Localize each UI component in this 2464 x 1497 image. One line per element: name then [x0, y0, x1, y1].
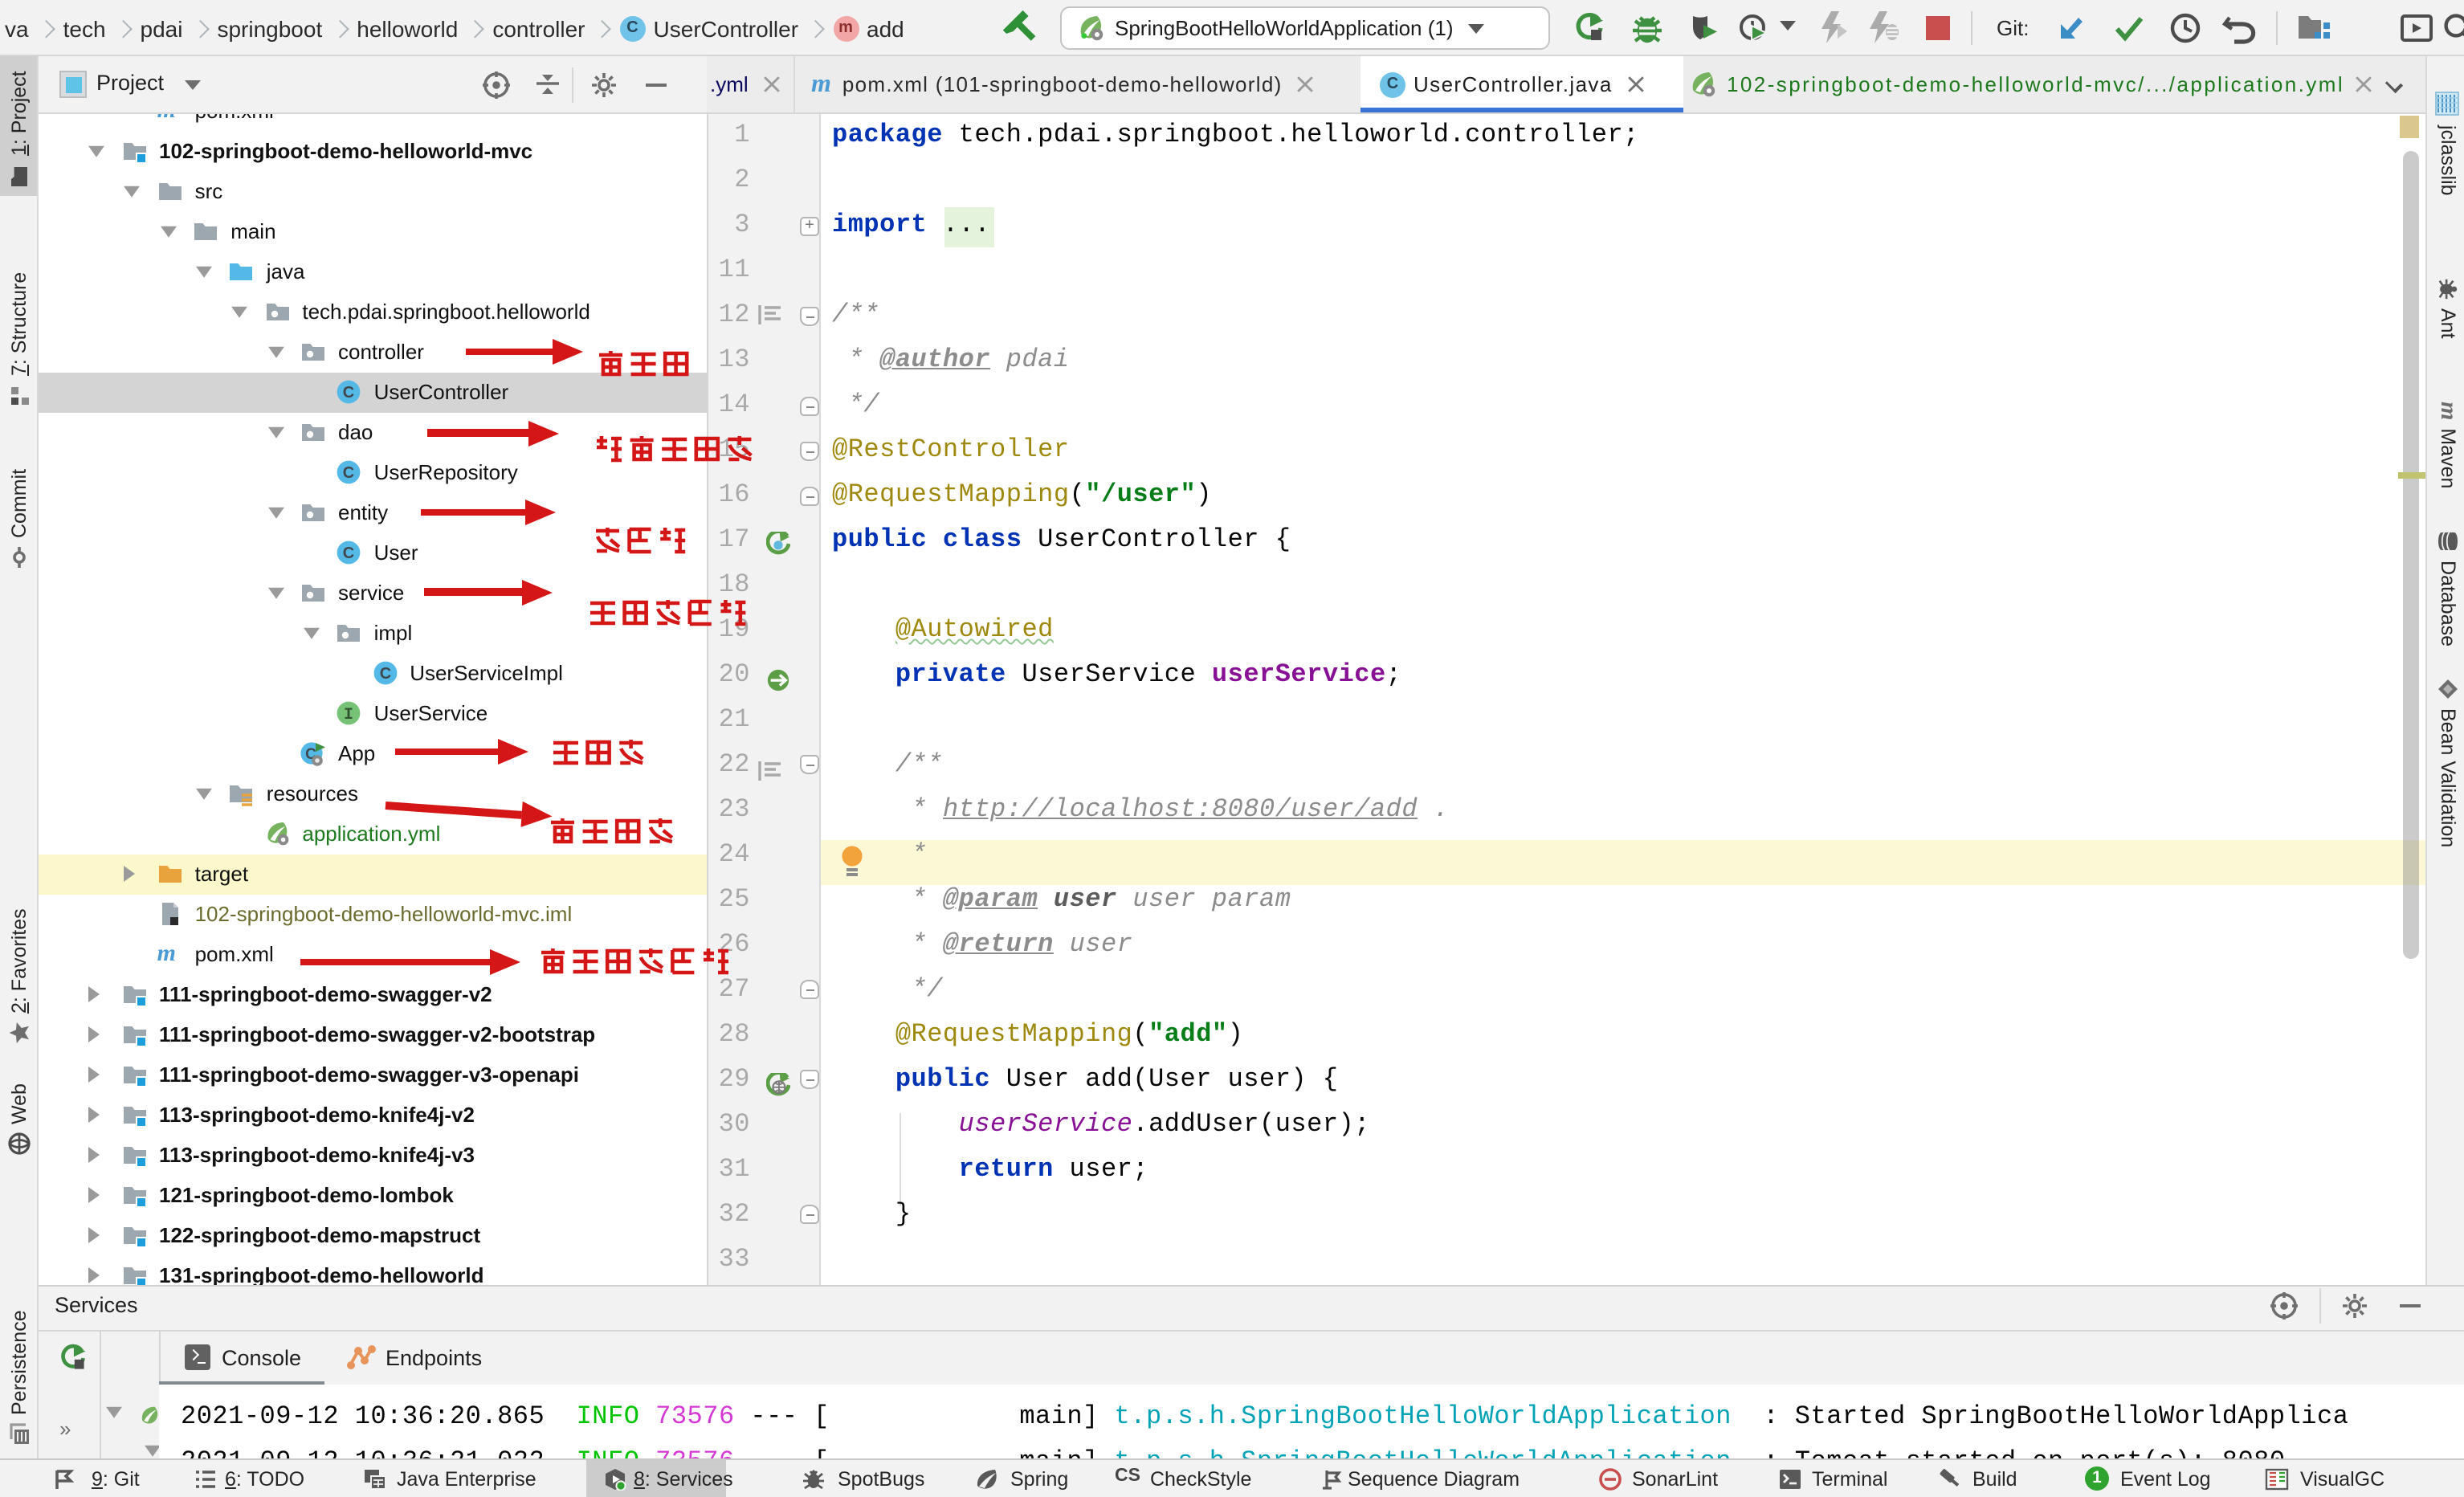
svg-text:C: C [379, 665, 390, 683]
svg-text:I: I [345, 706, 354, 724]
svg-text:C: C [343, 384, 354, 402]
svg-text:C: C [343, 464, 354, 482]
svg-text:C: C [343, 545, 354, 562]
